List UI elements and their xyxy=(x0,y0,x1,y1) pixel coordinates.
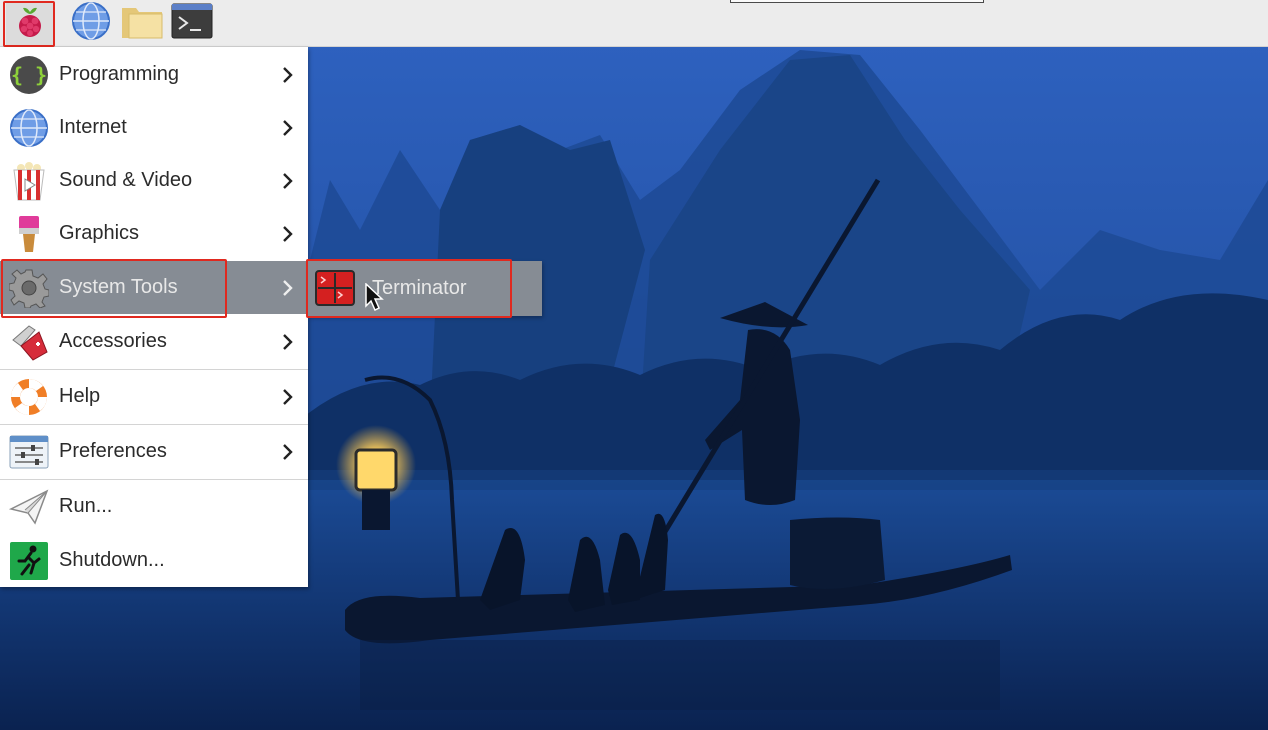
applications-menu-button[interactable] xyxy=(6,2,54,46)
file-manager-launcher[interactable] xyxy=(121,3,163,43)
pocket-knife-icon xyxy=(8,321,50,363)
menu-item-sound-video[interactable]: Sound & Video xyxy=(0,154,308,207)
menu-item-label: Programming xyxy=(59,63,180,85)
gear-icon xyxy=(8,267,50,309)
menu-item-run[interactable]: Run... xyxy=(0,480,308,533)
menu-item-preferences[interactable]: Preferences xyxy=(0,425,308,478)
chevron-right-icon xyxy=(280,278,294,298)
menu-item-label: Preferences xyxy=(59,440,167,462)
menu-item-label: Shutdown... xyxy=(59,549,165,571)
mouse-pointer-icon xyxy=(364,282,384,312)
submenu-item-terminator[interactable]: Terminator xyxy=(308,261,542,316)
menu-item-label: Accessories xyxy=(59,330,167,352)
top-panel xyxy=(0,0,1268,47)
exit-running-icon xyxy=(8,540,50,582)
applications-menu: { } Programming Internet Sound & Video G… xyxy=(0,47,308,587)
menu-item-label: Graphics xyxy=(59,222,140,244)
menu-item-label: Sound & Video xyxy=(59,169,193,191)
menu-item-internet[interactable]: Internet xyxy=(0,101,308,154)
code-braces-icon: { } xyxy=(8,54,50,96)
chevron-right-icon xyxy=(280,65,294,85)
globe-icon xyxy=(71,1,111,46)
folder-icon xyxy=(120,2,164,45)
menu-item-graphics[interactable]: Graphics xyxy=(0,207,308,260)
submenu-item-label: Terminator xyxy=(372,277,467,299)
menu-item-label: Internet xyxy=(59,116,127,138)
menu-item-label: Help xyxy=(59,385,101,407)
menu-item-system-tools[interactable]: System Tools xyxy=(0,261,308,314)
terminator-icon xyxy=(315,268,355,308)
taskbar-window-slot[interactable] xyxy=(730,0,984,3)
sliders-icon xyxy=(8,431,50,473)
globe-icon xyxy=(8,107,50,149)
chevron-right-icon xyxy=(280,224,294,244)
menu-item-label: Run... xyxy=(59,495,113,517)
paper-plane-icon xyxy=(8,486,50,528)
chevron-right-icon xyxy=(280,387,294,407)
menu-item-accessories[interactable]: Accessories xyxy=(0,315,308,368)
terminal-icon xyxy=(171,3,213,44)
chevron-right-icon xyxy=(280,332,294,352)
web-browser-launcher[interactable] xyxy=(70,1,112,46)
menu-item-help[interactable]: Help xyxy=(0,370,308,423)
system-tools-submenu: Terminator xyxy=(308,261,542,316)
menu-item-label: System Tools xyxy=(59,276,178,298)
svg-text:{ }: { } xyxy=(11,63,47,87)
chevron-right-icon xyxy=(280,118,294,138)
paintbrush-icon xyxy=(8,213,50,255)
lifebuoy-icon xyxy=(8,376,50,418)
popcorn-icon xyxy=(8,160,50,202)
chevron-right-icon xyxy=(280,442,294,462)
menu-item-programming[interactable]: { } Programming xyxy=(0,48,308,101)
raspberry-pi-icon xyxy=(15,5,45,44)
terminal-launcher[interactable] xyxy=(171,3,213,43)
menu-item-shutdown[interactable]: Shutdown... xyxy=(0,534,308,587)
chevron-right-icon xyxy=(280,171,294,191)
